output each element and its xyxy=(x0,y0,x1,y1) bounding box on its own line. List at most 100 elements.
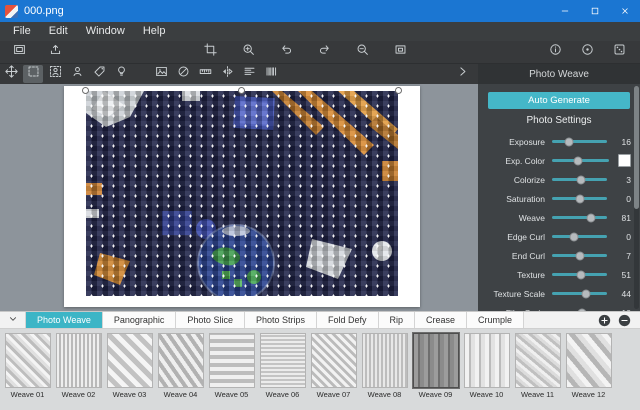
maximize-button[interactable] xyxy=(580,0,610,22)
preset-thumbnail[interactable] xyxy=(107,333,153,388)
none-tool[interactable] xyxy=(173,65,193,83)
menu-file[interactable]: File xyxy=(4,22,40,41)
slider-thumb[interactable] xyxy=(564,137,573,146)
preset-thumbnail[interactable] xyxy=(464,333,510,388)
menu-help[interactable]: Help xyxy=(134,22,175,41)
slider-value: 0 xyxy=(613,232,631,242)
slider-thumb[interactable] xyxy=(578,308,587,311)
add-preset-button[interactable] xyxy=(598,314,611,327)
preset-weave-10[interactable]: Weave 10 xyxy=(462,333,511,410)
tab-panographic[interactable]: Panographic xyxy=(103,312,177,328)
texture-scale-slider[interactable] xyxy=(552,292,607,295)
preset-thumbnail[interactable] xyxy=(311,333,357,388)
transform-handle-top-right[interactable] xyxy=(395,87,402,94)
preset-weave-08[interactable]: Weave 08 xyxy=(360,333,409,410)
preset-weave-04[interactable]: Weave 04 xyxy=(156,333,205,410)
zoom-out-button[interactable] xyxy=(351,42,373,62)
close-button[interactable] xyxy=(610,0,640,22)
tab-fold-defy[interactable]: Fold Defy xyxy=(317,312,379,328)
info-button[interactable] xyxy=(544,42,566,62)
slider-row-film-grain: Film Grain 10 xyxy=(478,303,640,311)
preset-thumbnail[interactable] xyxy=(260,333,306,388)
preset-thumbnail[interactable] xyxy=(5,333,51,388)
slider-row-end-curl: End Curl 7 xyxy=(478,246,640,265)
auto-generate-button[interactable]: Auto Generate xyxy=(488,92,630,109)
colorize-slider[interactable] xyxy=(552,178,607,181)
target-button[interactable] xyxy=(576,42,598,62)
collapse-strip-button[interactable] xyxy=(0,312,26,328)
canvas-size-button[interactable] xyxy=(389,42,411,62)
slider-thumb[interactable] xyxy=(576,175,585,184)
zoom-in-button[interactable] xyxy=(237,42,259,62)
woven-photo[interactable] xyxy=(86,91,398,296)
panel-scrollbar[interactable] xyxy=(634,86,639,309)
document-page[interactable] xyxy=(64,86,420,307)
remove-preset-button[interactable] xyxy=(618,314,631,327)
new-image-button[interactable] xyxy=(8,42,30,62)
person-tool[interactable] xyxy=(67,65,87,83)
marquee-select-tool[interactable] xyxy=(23,65,43,83)
preset-weave-11[interactable]: Weave 11 xyxy=(513,333,562,410)
slider-thumb[interactable] xyxy=(586,213,595,222)
end-curl-slider[interactable] xyxy=(552,254,607,257)
tab-crumple[interactable]: Crumple xyxy=(467,312,524,328)
menu-window[interactable]: Window xyxy=(77,22,134,41)
preset-weave-06[interactable]: Weave 06 xyxy=(258,333,307,410)
preset-weave-01[interactable]: Weave 01 xyxy=(3,333,52,410)
ruler-tool[interactable] xyxy=(195,65,215,83)
tab-crease[interactable]: Crease xyxy=(415,312,467,328)
color-swatch[interactable] xyxy=(618,154,631,167)
menu-edit[interactable]: Edit xyxy=(40,22,77,41)
export-button[interactable] xyxy=(44,42,66,62)
preset-weave-09[interactable]: Weave 09 xyxy=(411,333,460,410)
slider-thumb[interactable] xyxy=(576,270,585,279)
preset-thumbnail[interactable] xyxy=(158,333,204,388)
tab-rip[interactable]: Rip xyxy=(379,312,416,328)
redo-button[interactable] xyxy=(313,42,335,62)
slider-thumb[interactable] xyxy=(570,232,579,241)
image-tool[interactable] xyxy=(151,65,171,83)
flip-tool[interactable] xyxy=(217,65,237,83)
preset-thumbnail[interactable] xyxy=(56,333,102,388)
align-tool[interactable] xyxy=(239,65,259,83)
texture-slider[interactable] xyxy=(552,273,607,276)
slider-thumb[interactable] xyxy=(575,194,584,203)
canvas-area[interactable] xyxy=(0,84,478,311)
random-button[interactable] xyxy=(608,42,630,62)
tab-photo-weave[interactable]: Photo Weave xyxy=(26,312,103,328)
preset-thumbnail[interactable] xyxy=(515,333,561,388)
slider-row-texture-scale: Texture Scale 44 xyxy=(478,284,640,303)
preset-weave-07[interactable]: Weave 07 xyxy=(309,333,358,410)
mask-person-tool[interactable] xyxy=(45,65,65,83)
exp-color-slider[interactable] xyxy=(552,159,609,162)
preset-weave-02[interactable]: Weave 02 xyxy=(54,333,103,410)
saturation-slider[interactable] xyxy=(552,197,607,200)
slider-label: Texture Scale xyxy=(487,289,545,299)
undo-button[interactable] xyxy=(275,42,297,62)
tab-photo-strips[interactable]: Photo Strips xyxy=(245,312,317,328)
minimize-button[interactable] xyxy=(550,0,580,22)
transform-handle-top-center[interactable] xyxy=(238,87,245,94)
exposure-slider[interactable] xyxy=(552,140,607,143)
preset-weave-05[interactable]: Weave 05 xyxy=(207,333,256,410)
preset-thumbnail[interactable] xyxy=(566,333,612,388)
barcode-tool[interactable] xyxy=(261,65,281,83)
preset-thumbnail[interactable] xyxy=(362,333,408,388)
transform-handle-top-left[interactable] xyxy=(82,87,89,94)
move-tool[interactable] xyxy=(1,65,21,83)
weave-slider[interactable] xyxy=(552,216,607,219)
edge-curl-slider[interactable] xyxy=(552,235,607,238)
idea-tool[interactable] xyxy=(111,65,131,83)
slider-thumb[interactable] xyxy=(582,289,591,298)
preset-thumbnail[interactable] xyxy=(209,333,255,388)
preset-thumbnail[interactable] xyxy=(413,333,459,388)
preset-weave-12[interactable]: Weave 12 xyxy=(564,333,613,410)
tag-tool[interactable] xyxy=(89,65,109,83)
scrollbar-thumb[interactable] xyxy=(634,86,639,209)
panel-collapse-button[interactable] xyxy=(452,65,472,83)
slider-thumb[interactable] xyxy=(573,156,582,165)
crop-button[interactable] xyxy=(199,42,221,62)
tab-photo-slice[interactable]: Photo Slice xyxy=(176,312,245,328)
slider-thumb[interactable] xyxy=(575,251,584,260)
preset-weave-03[interactable]: Weave 03 xyxy=(105,333,154,410)
